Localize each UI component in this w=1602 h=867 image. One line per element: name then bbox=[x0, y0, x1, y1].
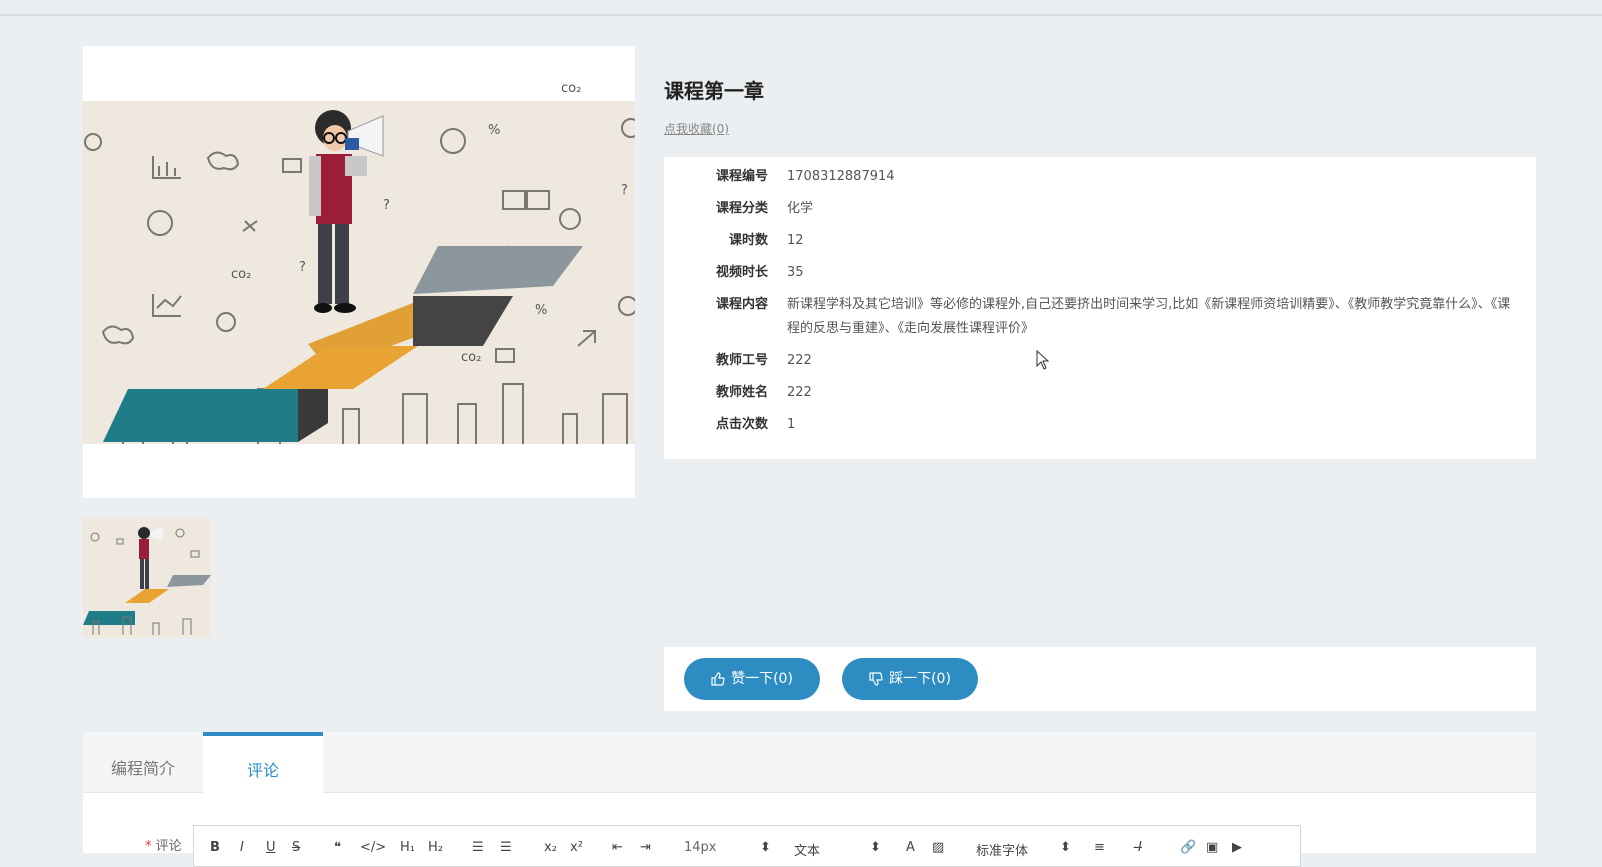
font-family-dropdown-icon[interactable]: ⬍ bbox=[1060, 840, 1071, 855]
course-info-panel: 课程编号 1708312887914 课程分类 化学 课时数 12 视频时长 3… bbox=[664, 157, 1536, 459]
bullet-list-button[interactable]: ☰ bbox=[500, 840, 512, 855]
info-label: 课程编号 bbox=[715, 169, 768, 184]
svg-text:co₂: co₂ bbox=[461, 350, 481, 365]
favorite-link[interactable]: 点我收藏(0) bbox=[664, 120, 729, 137]
video-button[interactable]: ▶ bbox=[1232, 840, 1242, 855]
editor-toolbar: B I U S ❝ </> H₁ H₂ ☰ ☰ x₂ x² ⇤ ⇥ 14px ⬍… bbox=[193, 825, 1301, 867]
bold-button[interactable]: B bbox=[210, 840, 220, 855]
course-main-image: % ? ? % ? co₂ co₂ co₂ bbox=[83, 46, 635, 498]
clean-format-button[interactable]: I̶ bbox=[1138, 840, 1142, 855]
svg-text:co₂: co₂ bbox=[231, 267, 251, 282]
like-label: 赞一下(0) bbox=[731, 671, 793, 687]
required-mark: * bbox=[145, 839, 152, 854]
paragraph-dropdown-icon[interactable]: ⬍ bbox=[870, 840, 881, 855]
background-color-button[interactable]: ▨ bbox=[932, 840, 944, 855]
vote-panel: 赞一下(0) 踩一下(0) bbox=[664, 647, 1536, 711]
svg-text:?: ? bbox=[299, 260, 306, 275]
blockquote-button[interactable]: ❝ bbox=[334, 840, 341, 855]
course-title: 课程第一章 bbox=[664, 79, 764, 103]
font-size-dropdown-icon[interactable]: ⬍ bbox=[760, 840, 771, 855]
italic-button[interactable]: I bbox=[240, 840, 244, 855]
info-label: 点击次数 bbox=[715, 417, 768, 432]
info-label: 教师姓名 bbox=[715, 385, 768, 400]
underline-button[interactable]: U bbox=[266, 840, 276, 855]
info-value: 1708312887914 bbox=[787, 169, 895, 184]
svg-text:co₂: co₂ bbox=[561, 81, 581, 96]
svg-text:?: ? bbox=[621, 183, 628, 198]
font-size-select[interactable]: 14px bbox=[684, 840, 717, 855]
info-value: 12 bbox=[787, 233, 804, 248]
info-label: 教师工号 bbox=[715, 353, 768, 368]
outdent-button[interactable]: ⇤ bbox=[612, 840, 623, 855]
subscript-button[interactable]: x₂ bbox=[544, 840, 557, 855]
info-label: 课程内容 bbox=[715, 297, 768, 312]
top-bar bbox=[0, 0, 1602, 16]
heading2-button[interactable]: H₂ bbox=[428, 840, 443, 855]
strike-button[interactable]: S bbox=[292, 840, 300, 855]
align-button[interactable]: ≡ bbox=[1094, 840, 1105, 855]
comment-section: * 评论 B I U S ❝ </> H₁ H₂ ☰ ☰ x₂ x² ⇤ ⇥ 1… bbox=[83, 793, 1536, 867]
info-value: 新课程学科及其它培训》等必修的课程外,自己还要挤出时间来学习,比如《新课程师资培… bbox=[787, 297, 1511, 336]
tab-intro[interactable]: 编程简介 bbox=[83, 732, 203, 792]
info-label: 视频时长 bbox=[715, 265, 768, 280]
mouse-cursor-icon bbox=[1036, 350, 1050, 370]
detail-tabs: 编程简介 评论 bbox=[83, 732, 1536, 793]
ordered-list-button[interactable]: ☰ bbox=[472, 840, 484, 855]
dislike-label: 踩一下(0) bbox=[889, 671, 951, 687]
svg-text:%: % bbox=[535, 303, 547, 318]
image-button[interactable]: ▣ bbox=[1206, 840, 1218, 855]
thumbs-up-icon bbox=[711, 672, 725, 686]
course-thumbnail[interactable] bbox=[83, 517, 211, 638]
thumbnail-illustration bbox=[83, 517, 211, 638]
tab-comments[interactable]: 评论 bbox=[203, 732, 323, 793]
info-value: 化学 bbox=[787, 201, 814, 216]
info-value: 1 bbox=[787, 417, 796, 432]
superscript-button[interactable]: x² bbox=[570, 840, 583, 855]
code-button[interactable]: </> bbox=[360, 840, 386, 855]
svg-text:%: % bbox=[488, 123, 500, 138]
info-label: 课时数 bbox=[728, 233, 768, 248]
comment-label-text: 评论 bbox=[155, 839, 182, 854]
thumbs-down-icon bbox=[869, 672, 883, 686]
svg-text:?: ? bbox=[383, 198, 390, 213]
info-value: 222 bbox=[787, 353, 812, 368]
font-family-select[interactable]: 标准字体 bbox=[976, 840, 1028, 859]
info-value: 35 bbox=[787, 265, 804, 280]
indent-button[interactable]: ⇥ bbox=[640, 840, 651, 855]
course-illustration: % ? ? % ? co₂ co₂ co₂ bbox=[83, 81, 635, 444]
like-button[interactable]: 赞一下(0) bbox=[684, 658, 820, 700]
dislike-button[interactable]: 踩一下(0) bbox=[842, 658, 978, 700]
info-label: 课程分类 bbox=[715, 201, 768, 216]
info-value: 222 bbox=[787, 385, 812, 400]
font-color-button[interactable]: A bbox=[906, 840, 915, 855]
link-button[interactable]: 🔗 bbox=[1180, 840, 1196, 855]
heading1-button[interactable]: H₁ bbox=[400, 840, 415, 855]
paragraph-select[interactable]: 文本 bbox=[794, 840, 820, 859]
